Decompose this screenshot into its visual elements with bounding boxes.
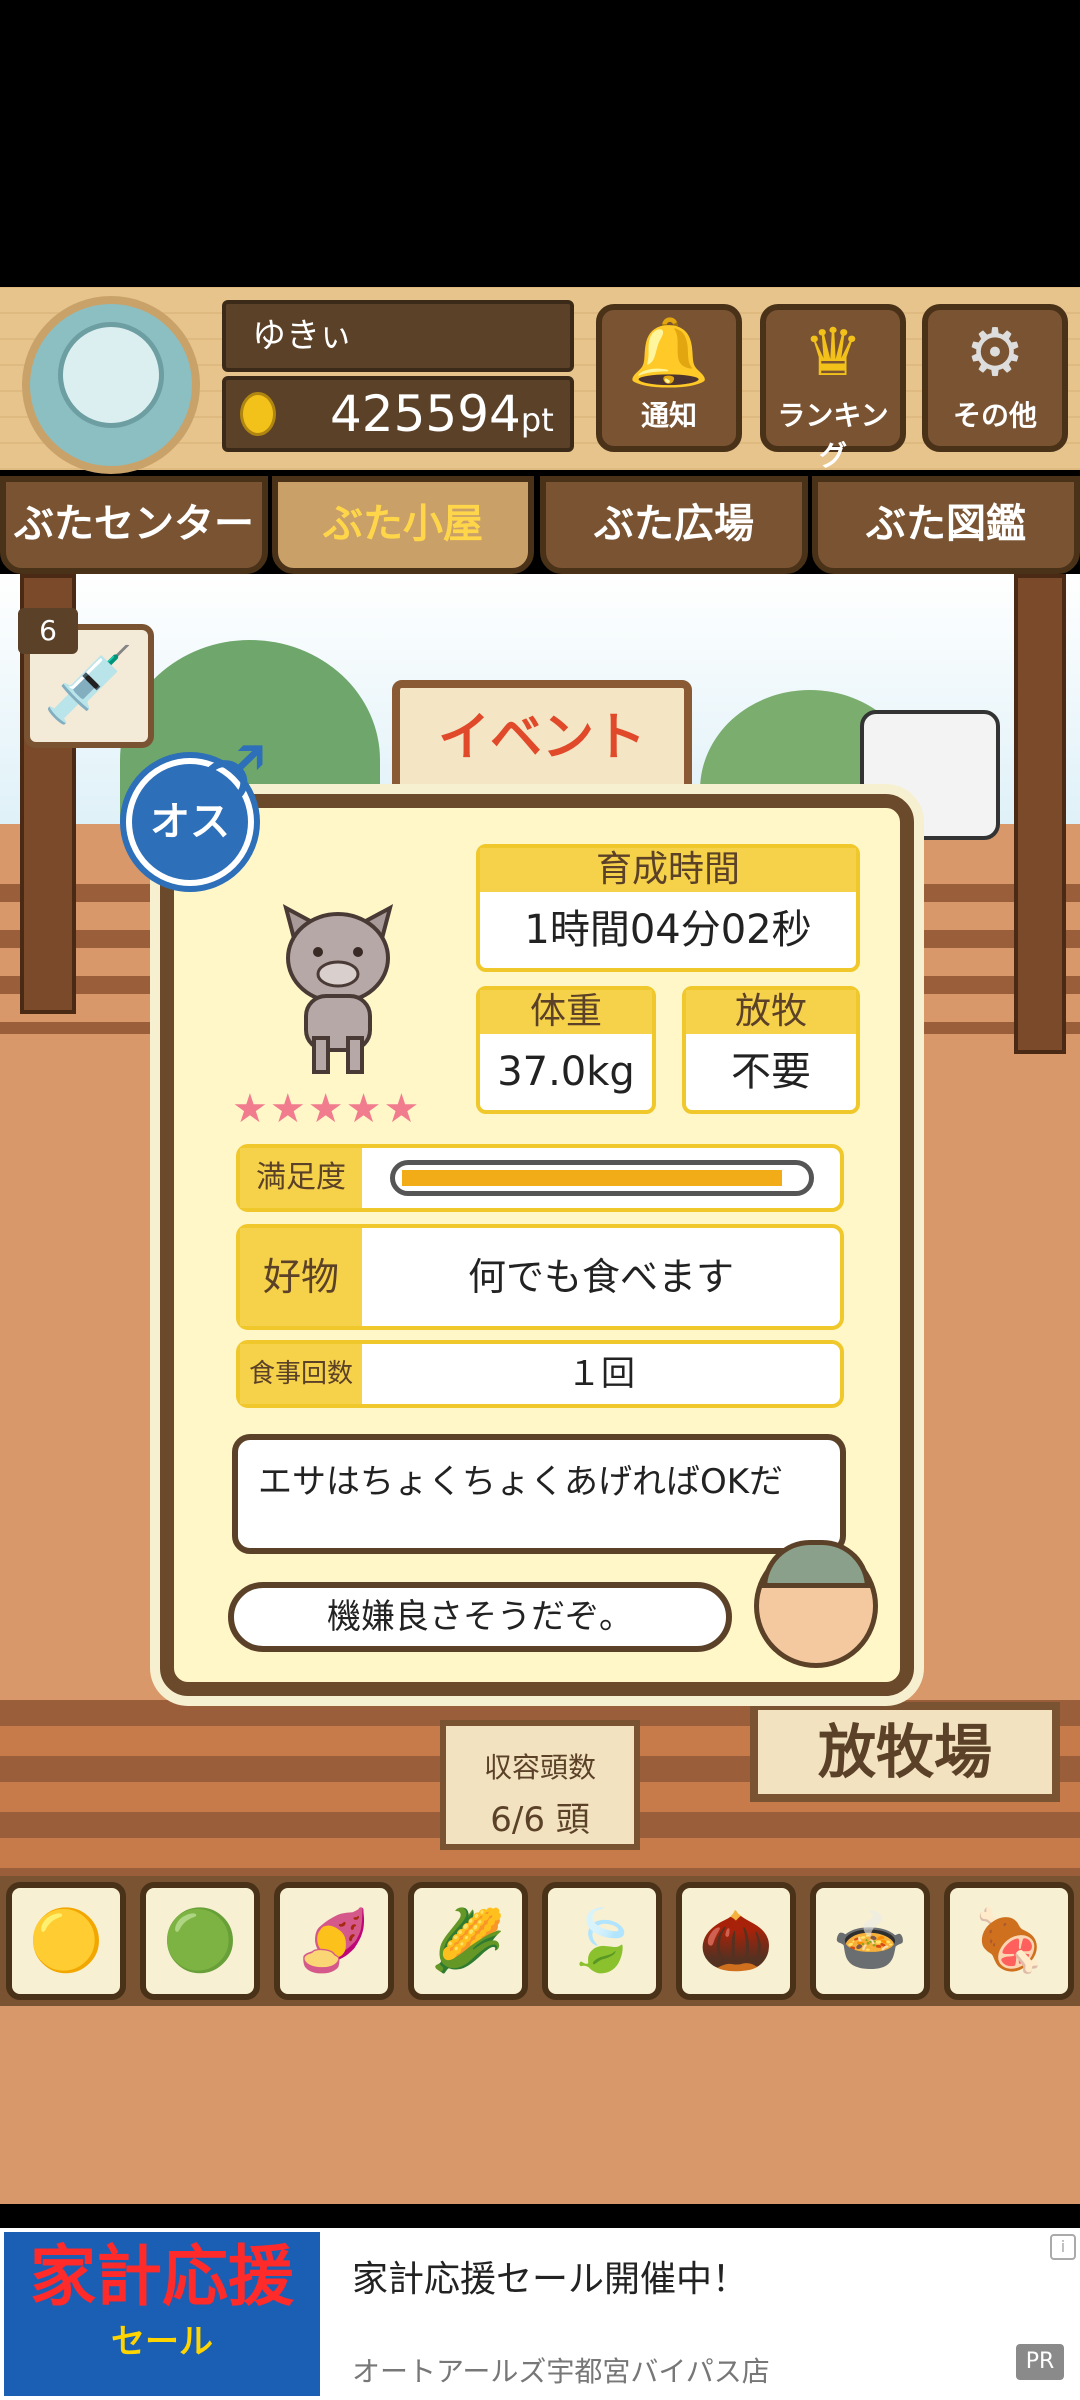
coin-icon xyxy=(240,392,276,436)
syringe-count: 6 xyxy=(18,608,78,654)
acorn-icon: 🌰 xyxy=(698,1906,774,1976)
weight-field: 体重 37.0kg xyxy=(476,986,656,1114)
food-slot-2[interactable]: 🟢 xyxy=(140,1882,260,2000)
points-value: 425594pt xyxy=(330,384,554,450)
food-slot-3[interactable]: 🍠 xyxy=(274,1882,394,2000)
pig-avatar-icon xyxy=(58,322,164,428)
food-slot-7[interactable]: 🍲 xyxy=(810,1882,930,2000)
male-symbol-icon: ♂ xyxy=(196,729,268,822)
tab-buta-hiroba[interactable]: ぶた広場 xyxy=(540,476,808,574)
raising-time-value: 1時間04分02秒 xyxy=(524,907,812,953)
ad-image-subtext: セール xyxy=(111,2322,213,2362)
food-slot-6[interactable]: 🌰 xyxy=(676,1882,796,2000)
points-unit: pt xyxy=(520,401,554,439)
ad-info-icon[interactable]: i xyxy=(1050,2234,1076,2260)
weight-value: 37.0kg xyxy=(497,1049,635,1095)
food-slot-5[interactable]: 🍃 xyxy=(542,1882,662,2000)
food-slot-1[interactable]: 🟡 xyxy=(6,1882,126,2000)
notification-button[interactable]: 🔔 通知 xyxy=(596,304,742,452)
sweet-potato-icon: 🍠 xyxy=(296,1906,372,1976)
favorite-label: 好物 xyxy=(240,1228,362,1326)
feed-icon: 🟢 xyxy=(162,1906,238,1976)
feed-icon: 🟡 xyxy=(28,1906,104,1976)
other-button[interactable]: ⚙ その他 xyxy=(922,304,1068,452)
player-name: ゆきぃ xyxy=(222,300,574,372)
satisfaction-label: 満足度 xyxy=(240,1148,362,1208)
pasture-field: 放牧 不要 xyxy=(682,986,860,1114)
fence-post xyxy=(1014,574,1066,1054)
capacity-sign: 収容頭数 6/6 頭 xyxy=(440,1720,640,1850)
other-label: その他 xyxy=(952,399,1037,432)
tab-buta-zukan[interactable]: ぶた図鑑 xyxy=(812,476,1080,574)
weight-label: 体重 xyxy=(480,990,652,1034)
ad-image-text: 家計応援 xyxy=(30,2238,294,2315)
ad-pr-badge: PR xyxy=(1016,2344,1064,2380)
favorite-row: 好物 何でも食べます xyxy=(236,1224,844,1330)
capacity-label: 収容頭数 xyxy=(483,1751,596,1784)
gear-icon: ⚙ xyxy=(965,314,1025,391)
feed-plate-icon: 🍲 xyxy=(832,1906,908,1976)
rarity-stars: ★★★★★ xyxy=(232,1086,422,1132)
meat-plate-icon: 🍖 xyxy=(971,1906,1047,1976)
event-sign[interactable]: イベント xyxy=(392,680,692,800)
comment-bubble: 機嫌良さそうだぞ。 xyxy=(228,1582,732,1652)
tab-buta-center[interactable]: ぶたセンター xyxy=(0,476,268,574)
tip-bubble: エサはちょくちょくあげればOKだ xyxy=(232,1434,846,1554)
syringe-icon: 💉 xyxy=(42,642,136,728)
food-slot-8[interactable]: 🍖 xyxy=(944,1882,1074,2000)
pasture-button[interactable]: 放牧場 xyxy=(750,1702,1060,1802)
ranking-label: ランキング xyxy=(777,399,889,472)
capacity-value: 6/6 頭 xyxy=(490,1800,590,1840)
ad-image[interactable]: 家計応援 セール xyxy=(4,2232,320,2396)
ad-sponsor: オートアールズ宇都宮バイパス店 xyxy=(352,2355,770,2388)
leaf-icon: 🍃 xyxy=(564,1906,640,1976)
pasture-label: 放牧 xyxy=(686,990,856,1034)
corn-icon: 🌽 xyxy=(430,1906,506,1976)
raising-time-field: 育成時間 1時間04分02秒 xyxy=(476,844,860,972)
meals-label: 食事回数 xyxy=(240,1344,362,1404)
notification-label: 通知 xyxy=(640,399,697,432)
bell-icon: 🔔 xyxy=(627,314,711,391)
raising-time-label: 育成時間 xyxy=(480,848,856,892)
favorite-value: 何でも食べます xyxy=(467,1255,734,1299)
meals-row: 食事回数 １回 xyxy=(236,1340,844,1408)
food-slot-4[interactable]: 🌽 xyxy=(408,1882,528,2000)
crown-icon: ♛ xyxy=(803,314,863,391)
points-number: 425594 xyxy=(330,385,521,443)
ranking-button[interactable]: ♛ ランキング xyxy=(760,304,906,472)
pasture-value: 不要 xyxy=(731,1049,811,1095)
tab-buta-goya[interactable]: ぶた小屋 xyxy=(272,476,534,574)
satisfaction-gauge-fill xyxy=(402,1170,782,1186)
ad-title[interactable]: 家計応援セール開催中！ xyxy=(352,2250,748,2302)
pig-icon xyxy=(282,904,394,1074)
meals-value: １回 xyxy=(567,1354,635,1394)
